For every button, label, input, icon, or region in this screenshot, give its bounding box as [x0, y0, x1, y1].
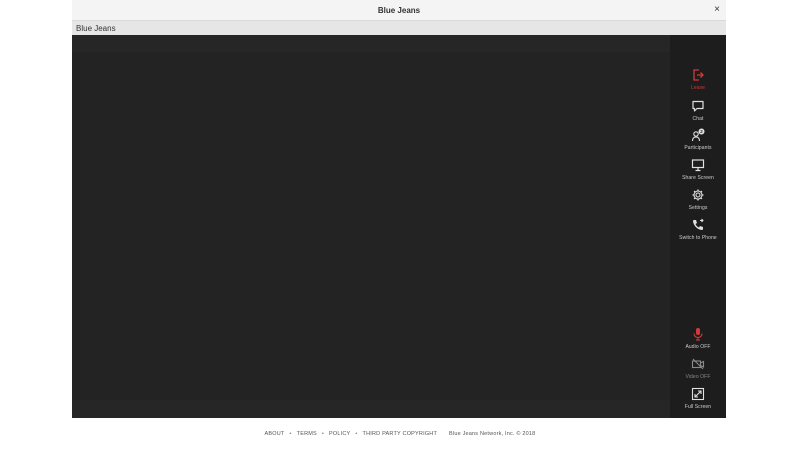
meeting-controls-sidebar: Leave Chat 2 Participants Share Screen S…	[670, 35, 726, 418]
full-screen-button[interactable]: Full Screen	[670, 387, 726, 415]
title-bar: Blue Jeans ×	[72, 0, 726, 21]
footer-separator: •	[355, 431, 358, 437]
tab-blue-jeans[interactable]: Blue Jeans	[76, 24, 116, 33]
chat-button[interactable]: Chat	[670, 99, 726, 127]
footer-copyright: Blue Jeans Network, Inc. © 2018	[449, 431, 536, 437]
chat-label: Chat	[692, 116, 704, 122]
footer-link-about[interactable]: ABOUT	[265, 431, 285, 437]
monitor-icon	[691, 159, 705, 172]
footer-link-policy[interactable]: POLICY	[329, 431, 350, 437]
phone-icon	[693, 218, 704, 230]
footer-separator: •	[289, 431, 292, 437]
page-footer: ABOUT • TERMS • POLICY • THIRD PARTY COP…	[0, 428, 800, 440]
gear-icon	[692, 189, 704, 201]
leave-button[interactable]: Leave	[670, 68, 726, 96]
participants-button[interactable]: 2 Participants	[670, 128, 726, 156]
share-screen-label: Share Screen	[682, 175, 714, 181]
close-button[interactable]: ×	[714, 3, 720, 17]
participants-label: Participants	[684, 145, 712, 151]
switch-to-phone-button[interactable]: Switch to Phone	[670, 218, 726, 246]
stage-bottom-strip	[72, 400, 670, 418]
chat-icon	[692, 100, 704, 112]
footer-separator: •	[321, 431, 325, 437]
switch-to-phone-label: Switch to Phone	[679, 235, 717, 241]
video-stage: Leave Chat 2 Participants Share Screen S…	[72, 35, 726, 418]
settings-label: Settings	[688, 205, 708, 211]
full-screen-label: Full Screen	[684, 404, 712, 410]
settings-button[interactable]: Settings	[670, 188, 726, 216]
camera-off-icon	[691, 358, 705, 370]
leave-label: Leave	[690, 85, 706, 91]
leave-icon	[693, 69, 704, 81]
window-title: Blue Jeans	[377, 5, 421, 15]
audio-toggle-button[interactable]: Audio OFF	[670, 327, 726, 355]
app-window: Blue Jeans × Blue Jeans Leave Chat 2 Par…	[72, 0, 726, 418]
fullscreen-icon	[691, 387, 705, 401]
stage-top-strip	[72, 35, 670, 52]
footer-link-third-party-copyright[interactable]: THIRD PARTY COPYRIGHT	[363, 431, 438, 437]
tab-bar: Blue Jeans	[72, 21, 726, 35]
video-toggle-button[interactable]: Video OFF	[670, 357, 726, 385]
audio-label: Audio OFF	[685, 344, 711, 350]
microphone-muted-icon	[693, 328, 703, 341]
video-label: Video OFF	[685, 374, 711, 380]
participants-icon: 2	[691, 128, 705, 142]
share-screen-button[interactable]: Share Screen	[670, 158, 726, 186]
footer-link-terms[interactable]: TERMS	[297, 431, 317, 437]
